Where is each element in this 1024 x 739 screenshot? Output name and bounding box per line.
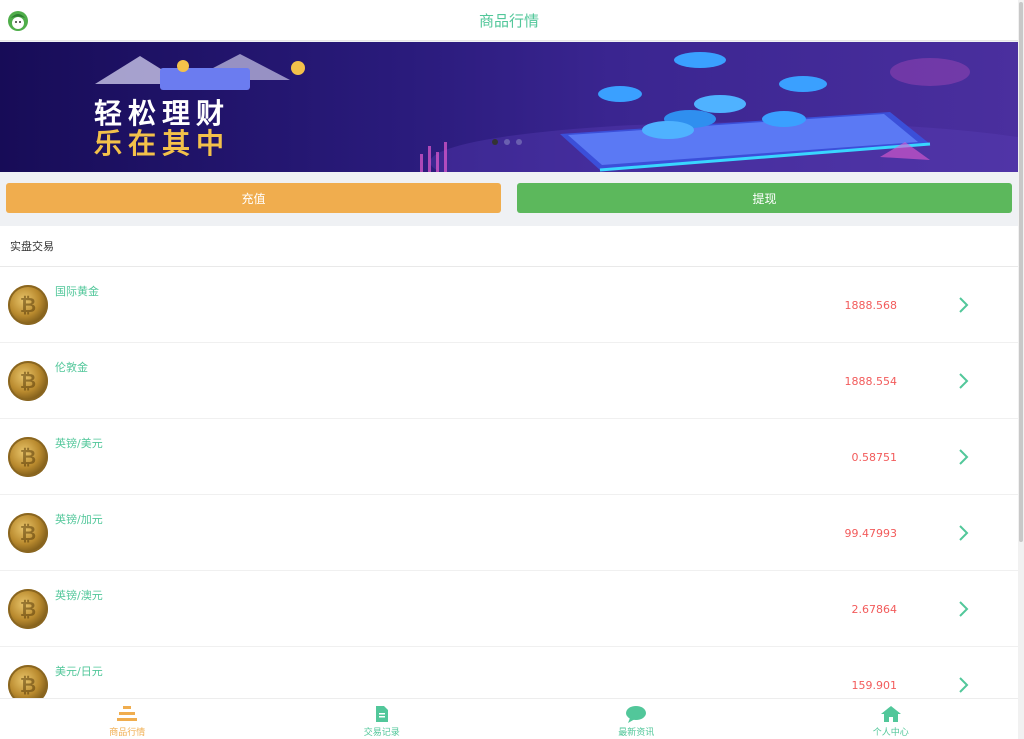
product-row[interactable]: 英镑/美元 0.58751: [0, 419, 1018, 495]
banner-slogan-line2: 乐在其中: [94, 127, 231, 160]
section-header: 实盘交易: [0, 226, 1018, 267]
tab-news[interactable]: 最新资讯: [509, 699, 764, 739]
chevron-right-icon[interactable]: [958, 676, 970, 694]
chevron-right-icon[interactable]: [958, 448, 970, 466]
product-row[interactable]: 国际黄金 1888.568: [0, 267, 1018, 343]
chat-bubble-icon: [626, 706, 647, 723]
section-title: 实盘交易: [10, 240, 54, 253]
chevron-right-icon[interactable]: [958, 372, 970, 390]
product-list: 国际黄金 1888.568 伦敦金 1888.554 英镑/美元 0.58751…: [0, 267, 1018, 723]
coin-icon: [8, 589, 48, 629]
tab-label: 最新资讯: [618, 728, 655, 738]
product-name: 英镑/澳元: [55, 589, 103, 602]
chevron-right-icon[interactable]: [958, 524, 970, 542]
tab-label: 商品行情: [109, 728, 146, 738]
home-icon: [880, 706, 901, 722]
product-price: 1888.554: [844, 375, 898, 388]
chevron-right-icon[interactable]: [958, 296, 970, 314]
product-row[interactable]: 英镑/澳元 2.67864: [0, 571, 1018, 647]
tab-market[interactable]: 商品行情: [0, 699, 255, 739]
tab-profile[interactable]: 个人中心: [764, 699, 1019, 739]
product-row[interactable]: 伦敦金 1888.554: [0, 343, 1018, 419]
promo-banner[interactable]: 轻松理财 乐在其中: [0, 42, 1018, 172]
coin-icon: [8, 285, 48, 325]
carousel-dot-3[interactable]: [516, 139, 522, 145]
recharge-button[interactable]: 充值: [6, 183, 501, 213]
avatar-logo-icon[interactable]: [7, 10, 29, 32]
product-name: 伦敦金: [55, 361, 88, 374]
product-price: 1888.568: [844, 299, 898, 312]
withdraw-button[interactable]: 提现: [517, 183, 1012, 213]
carousel-dot-2[interactable]: [504, 139, 510, 145]
top-header: 商品行情: [0, 0, 1018, 41]
page-title: 商品行情: [478, 11, 539, 30]
coin-icon: [8, 437, 48, 477]
tab-label: 个人中心: [872, 728, 909, 738]
carousel-dots[interactable]: [492, 139, 522, 145]
tab-trade-records[interactable]: 交易记录: [255, 699, 510, 739]
product-price: 159.901: [851, 679, 898, 692]
product-name: 英镑/美元: [55, 437, 103, 450]
chevron-right-icon[interactable]: [958, 600, 970, 618]
action-buttons: 充值 提现: [0, 172, 1018, 224]
product-price: 99.47993: [844, 527, 898, 540]
coin-icon: [8, 361, 48, 401]
product-name: 国际黄金: [55, 285, 99, 298]
carousel-dot-1[interactable]: [492, 139, 498, 145]
product-price: 2.67864: [851, 603, 898, 616]
product-name: 美元/日元: [55, 665, 103, 678]
scrollbar[interactable]: [1018, 0, 1024, 738]
product-price: 0.58751: [851, 451, 898, 464]
document-icon: [375, 706, 388, 722]
coin-icon: [8, 513, 48, 553]
product-row[interactable]: 英镑/加元 99.47993: [0, 495, 1018, 571]
bottom-tab-bar: 商品行情 交易记录 最新资讯 个人中心: [0, 698, 1018, 739]
market-icon: [117, 706, 138, 721]
scrollbar-thumb[interactable]: [1019, 2, 1023, 542]
product-name: 英镑/加元: [55, 513, 103, 526]
tab-label: 交易记录: [363, 728, 400, 738]
